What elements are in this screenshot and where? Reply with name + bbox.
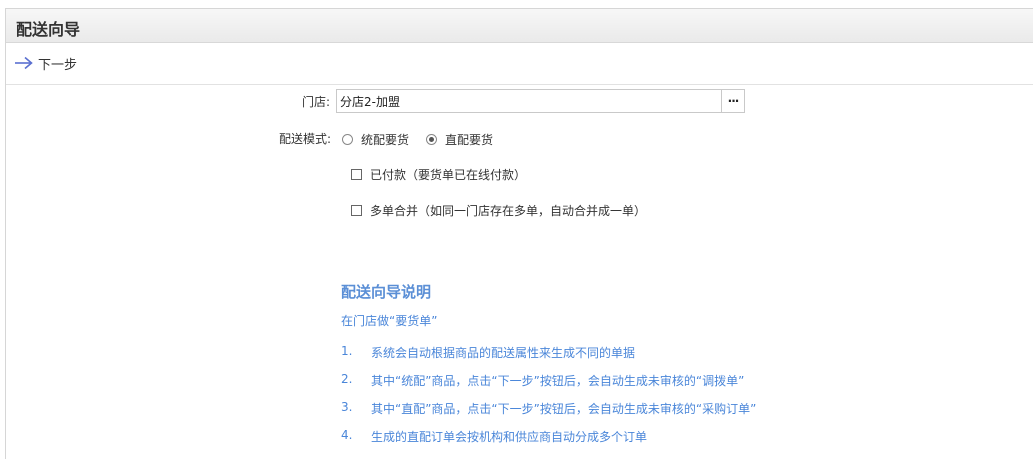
help-list-item: 2. 其中“统配”商品，点击“下一步”按钮后，会自动生成未审核的“调拨单” <box>341 372 756 400</box>
store-field: ··· <box>336 89 745 113</box>
help-item-text: 生成的直配订单会按机构和供应商自动分成多个订单 <box>371 430 648 444</box>
radio-unified-label: 统配要货 <box>361 133 410 147</box>
arrow-right-icon <box>15 56 33 70</box>
paid-checkbox[interactable]: 已付款（要货单已在线付款） <box>351 166 526 183</box>
help-intro: 在门店做“要货单” <box>341 314 438 328</box>
next-step-label: 下一步 <box>38 57 78 73</box>
window-title: 配送向导 <box>16 20 81 39</box>
help-section: 配送向导说明 在门店做“要货单” 1. 系统会自动根据商品的配送属性来生成不同的… <box>341 281 756 456</box>
help-item-text: 其中“统配”商品，点击“下一步”按钮后，会自动生成未审核的“调拨单” <box>371 374 745 388</box>
wizard-content: 门店: ··· 配送模式: 统配要货 直配要货 已付款（要货单已在线付款） 多单… <box>6 85 1033 459</box>
ellipsis-icon[interactable]: ··· <box>721 90 744 112</box>
help-item-number: 4. <box>341 428 353 442</box>
title-bar: 配送向导 <box>6 9 1033 43</box>
help-list-item: 4. 生成的直配订单会按机构和供应商自动分成多个订单 <box>341 428 756 456</box>
help-list-item: 1. 系统会自动根据商品的配送属性来生成不同的单据 <box>341 344 756 372</box>
merge-checkbox[interactable]: 多单合并（如同一门店存在多单，自动合并成一单） <box>351 202 646 219</box>
radio-direct-delivery[interactable]: 直配要货 <box>426 131 493 148</box>
help-item-number: 2. <box>341 372 353 386</box>
radio-circle-selected[interactable] <box>426 134 437 145</box>
paid-checkbox-label: 已付款（要货单已在线付款） <box>370 168 527 182</box>
store-label: 门店: <box>302 95 331 109</box>
help-item-number: 3. <box>341 400 353 414</box>
next-step-button[interactable]: 下一步 <box>14 53 77 73</box>
checkbox-box[interactable] <box>351 205 362 216</box>
help-item-text: 其中“直配”商品，点击“下一步”按钮后，会自动生成未审核的“采购订单” <box>371 402 757 416</box>
radio-unified-delivery[interactable]: 统配要货 <box>342 131 409 148</box>
delivery-mode-label: 配送模式: <box>279 132 332 146</box>
store-input[interactable] <box>340 90 720 112</box>
radio-direct-label: 直配要货 <box>445 133 494 147</box>
wizard-window: 配送向导 下一步 门店: ··· 配送模式: 统配要货 直配要货 已付款（要货单… <box>5 8 1033 459</box>
help-list-item: 3. 其中“直配”商品，点击“下一步”按钮后，会自动生成未审核的“采购订单” <box>341 400 756 428</box>
help-item-text: 系统会自动根据商品的配送属性来生成不同的单据 <box>371 346 636 360</box>
help-item-number: 1. <box>341 344 353 358</box>
toolbar: 下一步 <box>6 43 1033 85</box>
help-title: 配送向导说明 <box>341 283 432 301</box>
merge-checkbox-label: 多单合并（如同一门店存在多单，自动合并成一单） <box>370 204 647 218</box>
radio-circle[interactable] <box>342 134 353 145</box>
checkbox-box[interactable] <box>351 169 362 180</box>
